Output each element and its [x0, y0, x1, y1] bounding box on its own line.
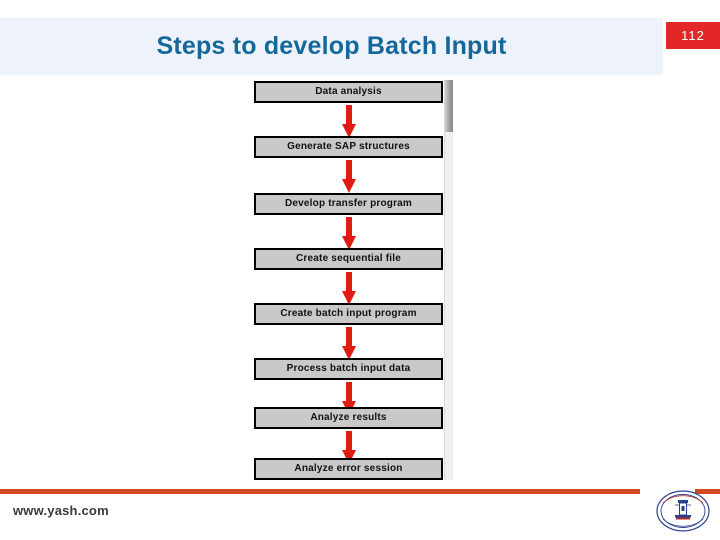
embedded-scrollbar[interactable] — [444, 80, 453, 480]
footer-divider-left — [0, 489, 640, 494]
footer-website-url: www.yash.com — [13, 503, 109, 518]
company-logo — [655, 488, 711, 534]
page-number-badge: 112 — [666, 22, 720, 49]
flow-node-analyze-error-session: Analyze error session — [254, 458, 443, 480]
flow-node-create-batch-input-program: Create batch input program — [254, 303, 443, 325]
flow-node-data-analysis: Data analysis — [254, 81, 443, 103]
flow-node-generate-sap-structures: Generate SAP structures — [254, 136, 443, 158]
flow-arrow-3-icon — [342, 217, 356, 250]
page-title: Steps to develop Batch Input — [156, 32, 507, 60]
flowchart-canvas: Data analysis Generate SAP structures De… — [243, 78, 455, 480]
yash-emblem-icon — [656, 490, 710, 532]
flowchart-image: Data analysis Generate SAP structures De… — [243, 78, 455, 480]
flow-arrow-2-icon — [342, 160, 356, 193]
slide: Steps to develop Batch Input 112 Data an… — [0, 0, 720, 540]
flow-arrow-1-icon — [342, 105, 356, 138]
flow-arrow-5-icon — [342, 327, 356, 360]
flow-node-develop-transfer-program: Develop transfer program — [254, 193, 443, 215]
embedded-scrollbar-thumb[interactable] — [445, 80, 453, 132]
flow-arrow-4-icon — [342, 272, 356, 305]
flow-node-analyze-results: Analyze results — [254, 407, 443, 429]
flow-node-create-sequential-file: Create sequential file — [254, 248, 443, 270]
flow-node-process-batch-input-data: Process batch input data — [254, 358, 443, 380]
